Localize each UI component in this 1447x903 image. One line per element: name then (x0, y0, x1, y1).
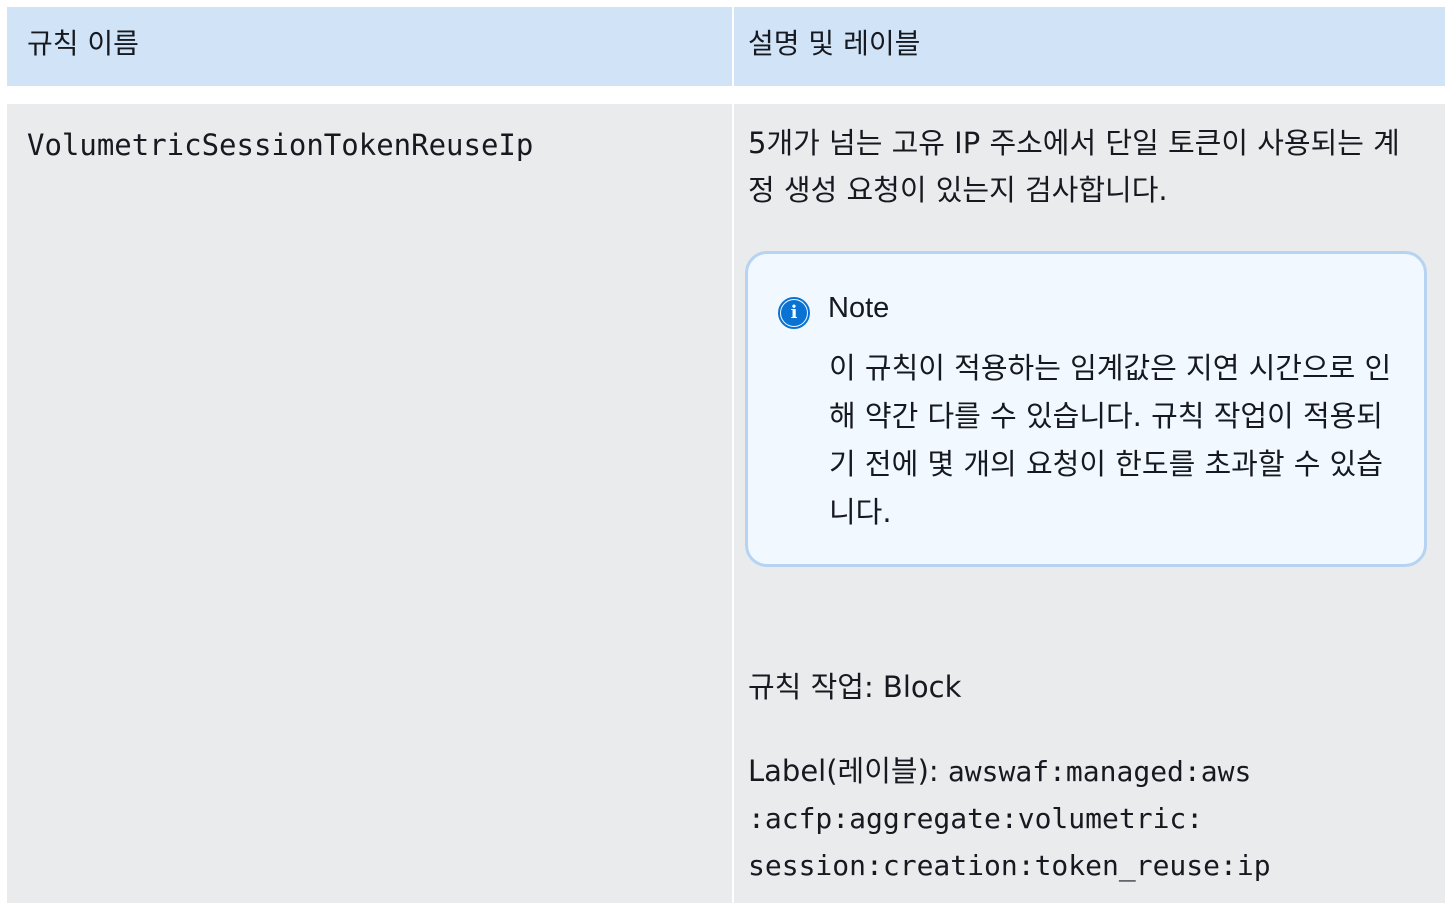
column-divider (732, 7, 734, 86)
rule-action: 규칙 작업: Block (748, 670, 962, 704)
label-value-line-1: awswaf:managed:aws (947, 755, 1252, 788)
info-icon: i (778, 297, 810, 329)
note-callout: i Note 이 규칙이 적용하는 임계값은 지연 시간으로 인해 약간 다를 … (745, 251, 1427, 567)
rule-description: 5개가 넘는 고유 IP 주소에서 단일 토큰이 사용되는 계정 생성 요청이 … (748, 126, 1400, 207)
note-text: 이 규칙이 적용하는 임계값은 지연 시간으로 인해 약간 다를 수 있습니다.… (829, 351, 1392, 529)
note-title: Note (828, 292, 890, 324)
label-value-line-2: :acfp:aggregate:volumetric: (748, 802, 1204, 835)
column-divider (732, 104, 734, 903)
table-row: VolumetricSessionTokenReuseIp 5개가 넘는 고유 … (7, 104, 1445, 903)
rules-table: 규칙 이름 설명 및 레이블 VolumetricSessionTokenReu… (0, 0, 1447, 903)
column-header-description: 설명 및 레이블 (748, 27, 921, 60)
rule-name-cell: VolumetricSessionTokenReuseIp (27, 128, 534, 162)
column-header-rule-name: 규칙 이름 (27, 27, 139, 60)
rule-label: Label(레이블): awswaf:managed:aws :acfp:agg… (748, 748, 1418, 889)
label-prefix: Label(레이블): (748, 754, 948, 788)
table-header-row: 규칙 이름 설명 및 레이블 (7, 7, 1445, 86)
label-value-line-3: session:creation:token_reuse:ip (748, 849, 1271, 882)
